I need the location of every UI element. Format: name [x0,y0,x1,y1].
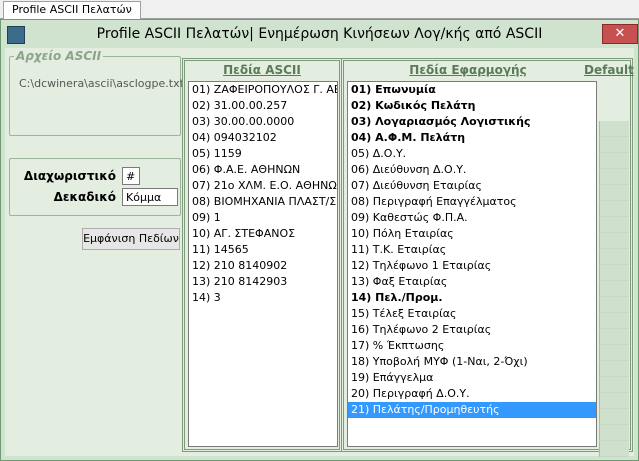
ascii-field-row[interactable]: 04) 094032102 [189,130,337,146]
ascii-field-row[interactable]: 12) 210 8140902 [189,258,337,274]
app-field-row[interactable]: 19) Επάγγελμα [348,370,596,386]
default-cell[interactable] [599,409,629,425]
default-cell[interactable] [599,153,629,169]
default-cell[interactable] [599,217,629,233]
default-cell[interactable] [599,265,629,281]
ascii-field-row[interactable]: 10) ΑΓ. ΣΤΕΦΑΝΟΣ [189,226,337,242]
default-cell[interactable] [599,345,629,361]
default-cell[interactable] [599,313,629,329]
file-group-label: Αρχείο ASCII [14,49,104,63]
ascii-field-row[interactable]: 02) 31.00.00.257 [189,98,337,114]
ascii-fields-panel: Πεδία ASCII 01) ΖΑΦΕΙΡΟΠΟΥΛΟΣ Γ. ΑΕ Ο 02)… [182,58,342,452]
default-cell[interactable] [599,281,629,297]
app-field-row[interactable]: 03) Λογαριασμός Λογιστικής [348,114,596,130]
ascii-field-row[interactable]: 07) 21ο ΧΛΜ. Ε.Ο. ΑΘΗΝΩΝ-Λ [189,178,337,194]
decimal-input[interactable]: Κόμμα [122,188,178,206]
app-field-row[interactable]: 13) Φαξ Εταιρίας [348,274,596,290]
default-cell[interactable] [599,361,629,377]
default-cell[interactable] [599,249,629,265]
decimal-label: Δεκαδικό [53,190,116,204]
window-title: Profile ASCII Πελατών| Ενημέρωση Κινήσεω… [96,26,543,42]
ascii-field-row[interactable]: 13) 210 8142903 [189,274,337,290]
app-field-row[interactable]: 18) Υποβολή ΜΥΦ (1-Ναι, 2-Όχι) [348,354,596,370]
app-field-row[interactable]: 06) Διεύθυνση Δ.Ο.Υ. [348,162,596,178]
ascii-fields-list[interactable]: 01) ΖΑΦΕΙΡΟΠΟΥΛΟΣ Γ. ΑΕ Ο 02) 31.00.00.25… [188,81,338,447]
default-cell[interactable] [599,329,629,345]
app-field-row[interactable]: 04) Α.Φ.Μ. Πελάτη [348,130,596,146]
ascii-field-row[interactable]: 06) Φ.Α.Ε. ΑΘΗΝΩΝ [189,162,337,178]
app-field-row[interactable]: 15) Τέλεξ Εταιρίας [348,306,596,322]
app-field-row[interactable]: 11) Τ.Κ. Εταιρίας [348,242,596,258]
close-button[interactable]: ✕ [602,24,638,44]
tab-profile-ascii[interactable]: Profile ASCII Πελατών [3,1,141,19]
default-cell[interactable] [599,297,629,313]
app-field-row[interactable]: 02) Κωδικός Πελάτη [348,98,596,114]
ascii-field-row[interactable]: 05) 1159 [189,146,337,162]
dialog-window: Profile ASCII Πελατών| Ενημέρωση Κινήσεω… [0,19,639,461]
default-cell[interactable] [599,441,629,457]
default-cell[interactable] [599,185,629,201]
default-cell[interactable] [599,377,629,393]
default-column [599,121,629,457]
ascii-field-row[interactable]: 03) 30.00.00.0000 [189,114,337,130]
ascii-field-row[interactable]: 09) 1 [189,210,337,226]
title-bar: Profile ASCII Πελατών| Ενημέρωση Κινήσεω… [1,20,638,48]
separator-input[interactable]: # [122,167,140,185]
app-field-row[interactable]: 12) Τηλέφωνο 1 Εταιρίας [348,258,596,274]
default-cell[interactable] [599,233,629,249]
file-path: C:\dcwinera\ascii\asclogpe.txt [19,77,184,90]
ascii-fields-header: Πεδία ASCII [223,63,301,77]
app-fields-list[interactable]: 01) Επωνυμία 02) Κωδικός Πελάτη 03) Λογαρι… [347,81,597,447]
app-field-row[interactable]: 10) Πόλη Εταιρίας [348,226,596,242]
tab-strip: Profile ASCII Πελατών [0,0,639,19]
separator-label: Διαχωριστικό [23,169,116,183]
app-field-row[interactable]: 05) Δ.Ο.Υ. [348,146,596,162]
app-field-row-selected[interactable]: 21) Πελάτης/Προμηθευτής [348,402,596,418]
default-cell[interactable] [599,201,629,217]
app-field-row[interactable]: 09) Καθεστώς Φ.Π.Α. [348,210,596,226]
app-field-row[interactable]: 08) Περιγραφή Επαγγέλματος [348,194,596,210]
default-cell[interactable] [599,169,629,185]
default-cell[interactable] [599,137,629,153]
client-area: Αρχείο ASCII C:\dcwinera\ascii\asclogpe.… [5,48,634,457]
ascii-field-row[interactable]: 01) ΖΑΦΕΙΡΟΠΟΥΛΟΣ Γ. ΑΕ Ο [189,82,337,98]
app-fields-header: Πεδία Εφαρμογής [409,63,527,77]
app-field-row[interactable]: 17) % Έκπτωσης [348,338,596,354]
ascii-field-row[interactable]: 14) 3 [189,290,337,306]
default-cell[interactable] [599,425,629,441]
ascii-field-row[interactable]: 08) ΒΙΟΜΗΧΑΝΙΑ ΠΛΑΣΤ/ΣΕΩ [189,194,337,210]
format-group: Διαχωριστικό # Δεκαδικό Κόμμα [9,158,181,216]
app-field-row[interactable]: 07) Διεύθυνση Εταιρίας [348,178,596,194]
ascii-field-row[interactable]: 11) 14565 [189,242,337,258]
default-cell[interactable] [599,121,629,137]
app-field-row[interactable]: 16) Τηλέφωνο 2 Εταιρίας [348,322,596,338]
app-field-row[interactable]: 20) Περιγραφή Δ.Ο.Υ. [348,386,596,402]
show-fields-button[interactable]: Εμφάνιση Πεδίων [82,228,180,250]
default-cell[interactable] [599,393,629,409]
file-group: Αρχείο ASCII C:\dcwinera\ascii\asclogpe.… [9,49,184,136]
app-field-row[interactable]: 01) Επωνυμία [348,82,596,98]
app-fields-panel: Πεδία Εφαρμογής Default 01) Επωνυμία 02) … [341,58,634,452]
app-field-row[interactable]: 14) Πελ./Προμ. [348,290,596,306]
default-header: Default [584,63,634,77]
